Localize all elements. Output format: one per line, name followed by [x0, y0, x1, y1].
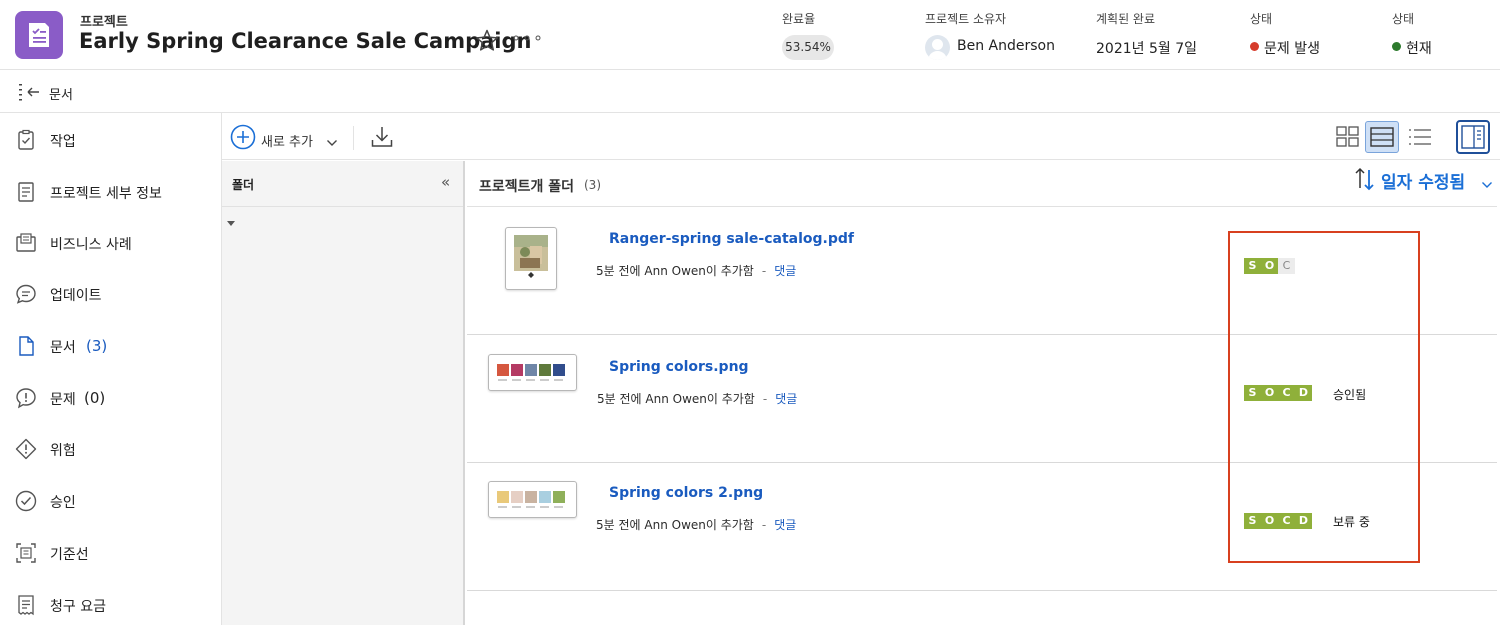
- planned-completion-value[interactable]: 2021년 5월 7일: [1096, 38, 1197, 58]
- approval-check-icon: [15, 490, 37, 512]
- chevron-down-icon[interactable]: [1481, 174, 1493, 193]
- billing-icon: [18, 595, 34, 616]
- sidebar-item-risks[interactable]: 위험: [0, 431, 221, 467]
- download-icon[interactable]: [370, 125, 394, 153]
- avatar: [925, 35, 950, 60]
- comment-link[interactable]: 댓글: [775, 392, 797, 406]
- sidebar-item-count: (3): [86, 337, 108, 355]
- folder-pane: 폴더 «: [222, 161, 465, 625]
- project-icon: [15, 11, 63, 59]
- sidebar-item-label: 프로젝트 세부 정보: [50, 186, 162, 202]
- png-thumbnail[interactable]: [488, 481, 577, 518]
- document-meta: 5분 전에 Ann Owen이 추가함 - 댓글: [597, 390, 797, 407]
- sort-arrows-icon[interactable]: [1353, 166, 1377, 196]
- sidebar-item-label: 청구 요금: [50, 599, 106, 615]
- sidebar-item-label: 문제: [50, 392, 76, 408]
- sidebar-item-billing[interactable]: 청구 요금: [0, 587, 221, 623]
- sidebar: 작업 프로젝트 세부 정보 비즈니스 사례 업데이트 문서 (3) 문제 (0)…: [0, 113, 222, 625]
- owner-value[interactable]: Ben Anderson: [957, 38, 1055, 54]
- baseline-icon: [16, 543, 36, 563]
- toolbar-divider: [353, 126, 354, 150]
- sidebar-item-approvals[interactable]: 승인: [0, 483, 221, 519]
- details-icon: [18, 182, 34, 202]
- sidebar-item-label: 문서: [50, 340, 76, 356]
- sidebar-item-label: 작업: [50, 134, 76, 150]
- condition-value[interactable]: 현재: [1406, 38, 1432, 58]
- collapse-folders-icon[interactable]: «: [441, 173, 450, 191]
- status-label: 상태: [1250, 12, 1273, 26]
- add-new-button[interactable]: 새로 추가: [261, 131, 313, 150]
- folder-tree-caret-icon[interactable]: [227, 221, 235, 226]
- project-title: Early Spring Clearance Sale Campaign: [79, 29, 532, 53]
- folder-title: 프로젝트개 폴더: [479, 179, 575, 195]
- status-dot-icon: [1250, 42, 1259, 51]
- sidebar-item-label: 승인: [50, 495, 76, 511]
- meta-separator: -: [761, 264, 767, 278]
- folder-pane-header: 폴더 «: [222, 161, 463, 207]
- png-thumbnail[interactable]: [488, 354, 577, 391]
- project-kicker: 프로젝트: [80, 15, 128, 30]
- document-name-link[interactable]: Spring colors 2.png: [609, 485, 763, 501]
- documents-toolbar: 새로 추가: [222, 113, 1500, 160]
- add-new-plus-icon[interactable]: [230, 124, 256, 154]
- sidebar-item-count: (0): [84, 389, 106, 407]
- row-view-icon[interactable]: [1365, 121, 1399, 153]
- updates-chat-icon: [16, 284, 36, 304]
- documents-bar-label: 문서: [49, 88, 73, 103]
- sidebar-item-project-details[interactable]: 프로젝트 세부 정보: [0, 174, 221, 210]
- document-icon: [19, 336, 34, 356]
- completion-value: 53.54%: [782, 35, 834, 60]
- task-clipboard-icon: [18, 129, 34, 150]
- added-by-text: 5분 전에 Ann Owen이 추가함: [597, 392, 755, 406]
- meta-separator: -: [762, 392, 768, 406]
- planned-completion-label: 계획된 완료: [1096, 12, 1156, 26]
- status-value[interactable]: 문제 발생: [1264, 38, 1320, 58]
- issue-icon: [16, 388, 36, 409]
- comment-link[interactable]: 댓글: [774, 518, 796, 532]
- more-options-icon[interactable]: ∘∘∘: [511, 28, 544, 47]
- condition-label: 상태: [1392, 12, 1415, 26]
- sidebar-item-documents[interactable]: 문서 (3): [0, 328, 221, 364]
- document-name-link[interactable]: Ranger-spring sale-catalog.pdf: [609, 231, 854, 247]
- sidebar-item-updates[interactable]: 업데이트: [0, 276, 221, 312]
- added-by-text: 5분 전에 Ann Owen이 추가함: [596, 518, 754, 532]
- sort-dropdown[interactable]: 일자 수정됨: [1381, 168, 1465, 193]
- sidebar-item-tasks[interactable]: 작업: [0, 122, 221, 158]
- folder-pane-title: 폴더: [232, 178, 255, 192]
- document-meta: 5분 전에 Ann Owen이 추가함 - 댓글: [596, 516, 796, 533]
- sidebar-item-business-case[interactable]: 비즈니스 사례: [0, 225, 221, 261]
- meta-separator: -: [761, 518, 767, 532]
- sidebar-item-label: 기준선: [50, 547, 89, 563]
- business-case-icon: [16, 233, 36, 252]
- sidebar-item-issues[interactable]: 문제 (0): [0, 380, 221, 416]
- document-list-header: 프로젝트개 폴더 (3) 일자 수정됨: [467, 161, 1497, 207]
- risk-icon: [15, 438, 37, 460]
- favorite-star-icon[interactable]: [475, 29, 499, 56]
- documents-bar: 문서: [0, 70, 1500, 113]
- details-panel-toggle-icon[interactable]: [1456, 120, 1490, 154]
- completion-label: 완료율: [782, 12, 816, 26]
- sidebar-item-label: 업데이트: [50, 288, 102, 304]
- folder-count: (3): [584, 178, 601, 192]
- document-meta: 5분 전에 Ann Owen이 추가함 - 댓글: [596, 262, 796, 279]
- grid-view-icon[interactable]: [1331, 121, 1365, 153]
- collapse-nav-icon[interactable]: [18, 83, 40, 105]
- project-header: 프로젝트 Early Spring Clearance Sale Campaig…: [0, 0, 1500, 70]
- condition-dot-icon: [1392, 42, 1401, 51]
- annotation-highlight-box: [1228, 231, 1420, 563]
- comment-link[interactable]: 댓글: [774, 264, 796, 278]
- sidebar-item-label: 위험: [50, 443, 76, 459]
- added-by-text: 5분 전에 Ann Owen이 추가함: [596, 264, 754, 278]
- list-view-icon[interactable]: [1403, 121, 1437, 153]
- pdf-thumbnail[interactable]: [505, 227, 557, 290]
- owner-label: 프로젝트 소유자: [925, 12, 1007, 26]
- document-name-link[interactable]: Spring colors.png: [609, 359, 749, 375]
- sidebar-item-baselines[interactable]: 기준선: [0, 535, 221, 571]
- chevron-down-icon[interactable]: [326, 132, 338, 151]
- sidebar-item-label: 비즈니스 사례: [50, 237, 132, 253]
